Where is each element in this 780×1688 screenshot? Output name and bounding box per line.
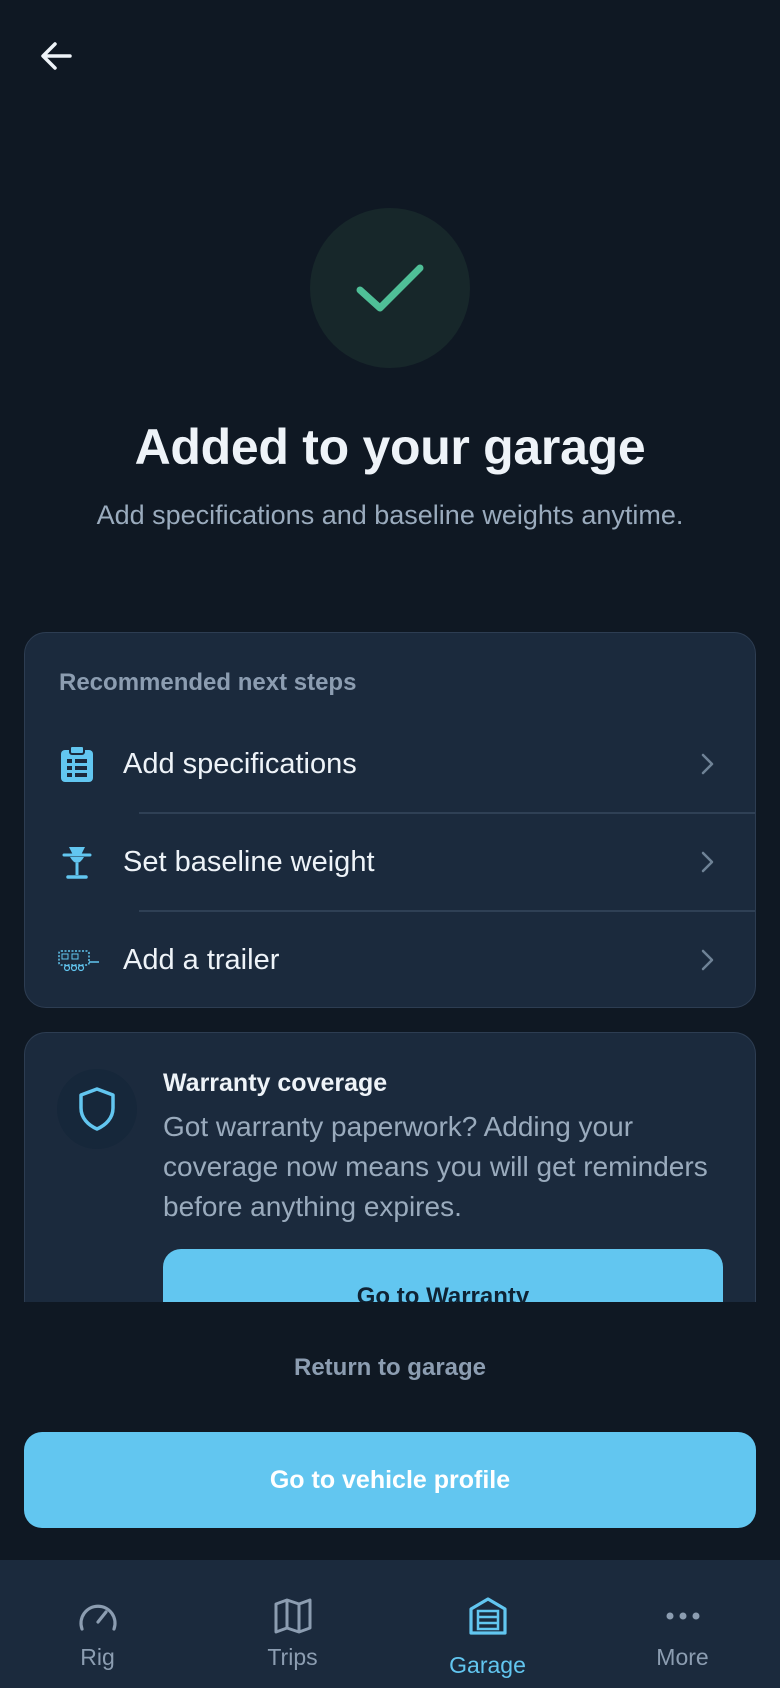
tab-garage[interactable]: Garage bbox=[390, 1560, 585, 1688]
chevron-right-icon bbox=[695, 850, 719, 874]
go-to-vehicle-profile-button[interactable]: Go to vehicle profile bbox=[24, 1432, 756, 1528]
clipboard-icon bbox=[57, 744, 97, 784]
tab-label: Garage bbox=[449, 1652, 526, 1678]
page-subtitle: Add specifications and baseline weights … bbox=[96, 500, 684, 530]
more-dots-icon bbox=[585, 1594, 780, 1638]
step-set-baseline-weight[interactable]: Set baseline weight bbox=[25, 813, 755, 911]
gauge-icon bbox=[0, 1594, 195, 1638]
warranty-title: Warranty coverage bbox=[163, 1069, 388, 1097]
go-to-warranty-button[interactable]: Go to Warranty bbox=[163, 1249, 723, 1302]
page-title: Added to your garage bbox=[134, 419, 646, 475]
tab-more[interactable]: More bbox=[585, 1560, 780, 1688]
success-badge bbox=[310, 208, 470, 368]
step-label: Add specifications bbox=[123, 747, 357, 780]
warranty-description: Got warranty paperwork? Adding your cove… bbox=[163, 1111, 708, 1222]
arrow-left-icon bbox=[41, 42, 72, 70]
tab-trips[interactable]: Trips bbox=[195, 1560, 390, 1688]
back-button[interactable] bbox=[30, 30, 82, 82]
garage-icon bbox=[390, 1594, 585, 1638]
scale-icon bbox=[57, 842, 97, 882]
step-add-trailer[interactable]: Add a trailer bbox=[25, 911, 755, 1009]
next-steps-card: Recommended next steps Add specification… bbox=[24, 632, 756, 1008]
step-label: Add a trailer bbox=[123, 943, 280, 976]
step-label: Set baseline weight bbox=[123, 845, 375, 878]
return-to-garage-link[interactable]: Return to garage bbox=[0, 1354, 780, 1382]
next-steps-heading: Recommended next steps bbox=[59, 669, 357, 696]
chevron-right-icon bbox=[695, 948, 719, 972]
map-icon bbox=[195, 1594, 390, 1638]
tab-label: Rig bbox=[80, 1644, 115, 1670]
warranty-card: Warranty coverage Got warranty paperwork… bbox=[24, 1032, 756, 1302]
bottom-tab-bar: Rig Trips Garage More bbox=[0, 1560, 780, 1688]
tab-label: More bbox=[656, 1644, 709, 1670]
step-add-specifications[interactable]: Add specifications bbox=[25, 715, 755, 813]
check-icon bbox=[356, 264, 424, 312]
trailer-icon bbox=[57, 940, 101, 980]
tab-rig[interactable]: Rig bbox=[0, 1560, 195, 1688]
shield-icon bbox=[79, 1087, 115, 1131]
shield-badge bbox=[57, 1069, 137, 1149]
tab-label: Trips bbox=[267, 1644, 318, 1670]
chevron-right-icon bbox=[695, 752, 719, 776]
